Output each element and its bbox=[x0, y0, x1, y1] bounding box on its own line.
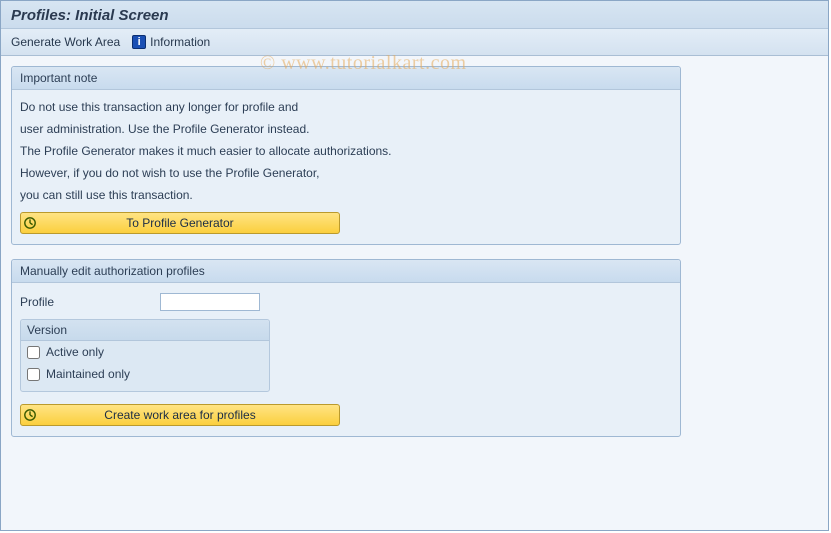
active-only-row: Active only bbox=[21, 341, 269, 363]
profile-label: Profile bbox=[20, 295, 160, 309]
checkbox-label: Maintained only bbox=[46, 367, 130, 381]
create-work-area-button[interactable]: Create work area for profiles bbox=[20, 404, 340, 426]
active-only-checkbox[interactable] bbox=[27, 346, 40, 359]
maintained-only-checkbox[interactable] bbox=[27, 368, 40, 381]
important-note-group: Important note Do not use this transacti… bbox=[11, 66, 681, 245]
edit-profiles-group: Manually edit authorization profiles Pro… bbox=[11, 259, 681, 437]
checkbox-label: Active only bbox=[46, 345, 104, 359]
toolbar-label: Generate Work Area bbox=[11, 35, 120, 49]
version-group: Version Active only Maintained only bbox=[20, 319, 270, 392]
subgroup-header: Version bbox=[21, 320, 269, 341]
note-text: user administration. Use the Profile Gen… bbox=[20, 118, 672, 140]
group-header: Manually edit authorization profiles bbox=[12, 260, 680, 283]
profile-field-row: Profile bbox=[20, 289, 672, 315]
note-text: you can still use this transaction. bbox=[20, 184, 672, 206]
execute-icon bbox=[21, 216, 39, 230]
page-title: Profiles: Initial Screen bbox=[1, 1, 828, 29]
note-text: The Profile Generator makes it much easi… bbox=[20, 140, 672, 162]
profile-input[interactable] bbox=[160, 293, 260, 311]
generate-work-area-button[interactable]: Generate Work Area bbox=[11, 35, 120, 49]
button-label: Create work area for profiles bbox=[39, 408, 339, 422]
toolbar-label: Information bbox=[150, 35, 210, 49]
note-text: Do not use this transaction any longer f… bbox=[20, 96, 672, 118]
toolbar: Generate Work Area i Information bbox=[1, 29, 828, 56]
button-label: To Profile Generator bbox=[39, 216, 339, 230]
maintained-only-row: Maintained only bbox=[21, 363, 269, 385]
group-body: Profile Version Active only Maintained o… bbox=[12, 283, 680, 428]
group-header: Important note bbox=[12, 67, 680, 90]
execute-icon bbox=[21, 408, 39, 422]
information-icon: i bbox=[132, 35, 146, 49]
note-text: However, if you do not wish to use the P… bbox=[20, 162, 672, 184]
app-window: Profiles: Initial Screen Generate Work A… bbox=[0, 0, 829, 531]
information-button[interactable]: i Information bbox=[132, 35, 210, 49]
to-profile-generator-button[interactable]: To Profile Generator bbox=[20, 212, 340, 234]
group-body: Do not use this transaction any longer f… bbox=[12, 90, 680, 236]
content-area: Important note Do not use this transacti… bbox=[1, 56, 691, 461]
